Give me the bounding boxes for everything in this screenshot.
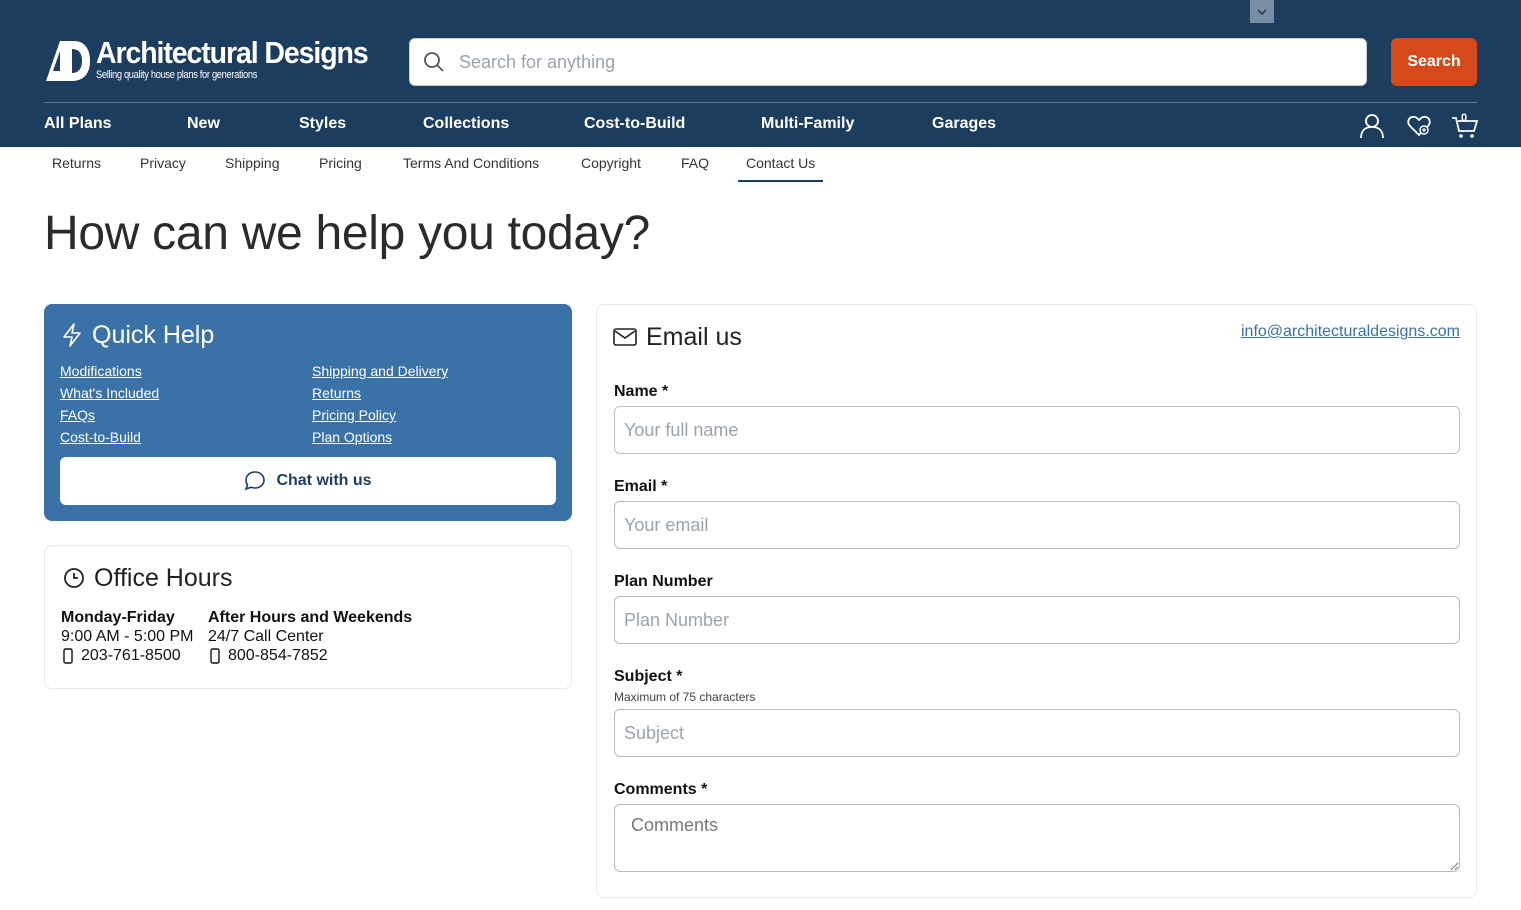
- subject-label: Subject *: [614, 668, 683, 685]
- collapse-header-toggle[interactable]: [1250, 0, 1274, 23]
- email-address-link[interactable]: info@architecturaldesigns.com: [1241, 323, 1460, 341]
- quick-help-title: Quick Help: [92, 321, 215, 349]
- quick-help-link-cost-to-build[interactable]: Cost-to-Build: [60, 429, 141, 445]
- comments-label: Comments *: [614, 781, 708, 798]
- comments-field[interactable]: [614, 804, 1460, 872]
- subject-field[interactable]: [614, 709, 1460, 757]
- search-button[interactable]: Search: [1391, 38, 1477, 86]
- quick-help-panel: Quick Help Modifications What's Included…: [44, 304, 572, 521]
- clock-icon: [64, 568, 84, 588]
- lightning-icon: [63, 323, 81, 347]
- subnav-shipping[interactable]: Shipping: [225, 155, 280, 171]
- plan-number-label: Plan Number: [614, 573, 713, 590]
- email-field[interactable]: [614, 501, 1460, 549]
- phone-icon: [63, 647, 73, 664]
- heart-icon[interactable]: [1406, 113, 1432, 139]
- subnav-copyright[interactable]: Copyright: [581, 155, 641, 171]
- search-icon: [424, 52, 444, 72]
- search-input[interactable]: [459, 51, 1339, 73]
- email-us-panel: Email us info@architecturaldesigns.com N…: [596, 304, 1477, 898]
- phone-icon: [210, 647, 220, 664]
- logo-tagline: Selling quality house plans for generati…: [96, 69, 258, 81]
- chat-bubble-icon: [245, 471, 266, 491]
- after-hours-text: 24/7 Call Center: [208, 628, 324, 645]
- quick-help-link-shipping[interactable]: Shipping and Delivery: [312, 363, 448, 379]
- search-bar: [409, 38, 1367, 86]
- email-label: Email *: [614, 478, 668, 495]
- subnav-returns[interactable]: Returns: [52, 155, 101, 171]
- site-header: Architectural Designs Selling quality ho…: [0, 0, 1521, 147]
- cart-button[interactable]: 0: [1451, 112, 1479, 139]
- after-hours: After Hours and Weekends 24/7 Call Cente…: [208, 608, 412, 665]
- envelope-icon: [613, 328, 637, 346]
- office-hours-title: Office Hours: [94, 564, 233, 592]
- subnav-privacy[interactable]: Privacy: [140, 155, 186, 171]
- nav-cost-to-build[interactable]: Cost-to-Build: [584, 115, 685, 133]
- user-icon[interactable]: [1359, 113, 1385, 139]
- quick-help-link-faqs[interactable]: FAQs: [60, 407, 95, 423]
- subnav-contact-us[interactable]: Contact Us: [746, 155, 815, 171]
- chevron-down-icon: [1257, 8, 1267, 15]
- weekday-hours: Monday-Friday 9:00 AM - 5:00 PM 203-761-…: [61, 608, 194, 665]
- nav-styles[interactable]: Styles: [299, 115, 346, 133]
- chat-button[interactable]: Chat with us: [60, 457, 556, 505]
- quick-help-link-pricing-policy[interactable]: Pricing Policy: [312, 407, 396, 423]
- subnav-pricing[interactable]: Pricing: [319, 155, 362, 171]
- subnav-terms[interactable]: Terms And Conditions: [403, 155, 539, 171]
- subnav-faq[interactable]: FAQ: [681, 155, 709, 171]
- name-field[interactable]: [614, 406, 1460, 454]
- nav-all-plans[interactable]: All Plans: [44, 115, 112, 133]
- chat-button-label: Chat with us: [276, 472, 372, 489]
- logo-title: Architectural Designs: [96, 35, 369, 70]
- nav-new[interactable]: New: [187, 115, 220, 133]
- ad-logo-mark: [44, 37, 90, 83]
- after-hours-phone-number: 800-854-7852: [228, 647, 328, 664]
- quick-help-link-modifications[interactable]: Modifications: [60, 363, 142, 379]
- cart-count: 0: [1460, 112, 1468, 124]
- nav-collections[interactable]: Collections: [423, 115, 509, 133]
- weekday-hours-text: 9:00 AM - 5:00 PM: [61, 628, 194, 645]
- quick-help-link-whats-included[interactable]: What's Included: [60, 385, 159, 401]
- subject-hint: Maximum of 75 characters: [614, 690, 756, 704]
- weekday-phone[interactable]: 203-761-8500: [61, 646, 194, 665]
- nav-multi-family[interactable]: Multi-Family: [761, 115, 854, 133]
- page-title: How can we help you today?: [44, 207, 650, 260]
- weekday-heading: Monday-Friday: [61, 609, 175, 626]
- name-label: Name *: [614, 383, 669, 400]
- nav-garages[interactable]: Garages: [932, 115, 996, 133]
- active-tab-indicator: [738, 180, 823, 182]
- office-hours-panel: Office Hours Monday-Friday 9:00 AM - 5:0…: [44, 545, 572, 689]
- email-us-title: Email us: [646, 323, 742, 351]
- plan-number-field[interactable]: [614, 596, 1460, 644]
- quick-help-link-plan-options[interactable]: Plan Options: [312, 429, 392, 445]
- quick-help-link-returns[interactable]: Returns: [312, 385, 361, 401]
- header-divider: [44, 102, 1477, 103]
- site-logo[interactable]: Architectural Designs Selling quality ho…: [44, 37, 391, 83]
- after-hours-phone[interactable]: 800-854-7852: [208, 646, 412, 665]
- weekday-phone-number: 203-761-8500: [81, 647, 181, 664]
- after-hours-heading: After Hours and Weekends: [208, 609, 413, 626]
